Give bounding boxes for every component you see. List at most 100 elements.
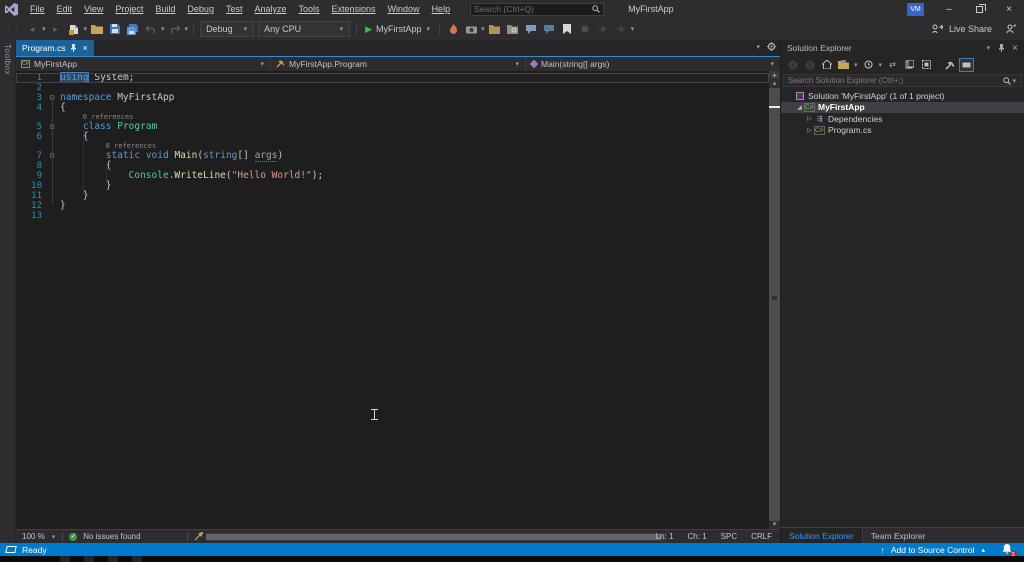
find-all-references-icon[interactable] xyxy=(505,21,521,37)
scrollbar-thumb[interactable] xyxy=(206,534,661,540)
menu-window[interactable]: Window xyxy=(382,0,426,18)
column-indicator[interactable]: Ch: 1 xyxy=(688,532,707,541)
encoding-indicator[interactable]: SPC xyxy=(721,532,737,541)
sync-with-active-document-icon[interactable]: ⇄ xyxy=(885,58,900,72)
undo-icon[interactable] xyxy=(143,21,159,37)
start-dropdown[interactable]: ▾ xyxy=(427,25,431,33)
split-window-handle[interactable]: + xyxy=(769,71,780,80)
menu-file[interactable]: File xyxy=(24,0,51,18)
navigate-back-icon[interactable]: ◂ xyxy=(24,21,40,37)
menu-project[interactable]: Project xyxy=(109,0,149,18)
code-line-3[interactable]: 3⊟namespace MyFirstApp xyxy=(16,93,769,103)
menu-extensions[interactable]: Extensions xyxy=(326,0,382,18)
menu-view[interactable]: View xyxy=(78,0,109,18)
step-over-icon[interactable] xyxy=(595,21,611,37)
active-files-dropdown[interactable]: ▾ xyxy=(756,43,760,51)
tree-item-program-cs[interactable]: ▷C#Program.cs xyxy=(781,125,1024,137)
minimize-button[interactable]: – xyxy=(934,0,964,18)
solution-platform-dropdown[interactable]: Any CPU ▾ xyxy=(258,21,350,37)
breadcrumb-project-dropdown[interactable]: C# MyFirstApp ▾ xyxy=(16,57,271,71)
window-options-gear-icon[interactable] xyxy=(767,42,776,51)
pending-changes-filter-icon[interactable] xyxy=(861,58,876,72)
tab-program-cs[interactable]: Program.cs × xyxy=(16,40,94,56)
quick-search-box[interactable]: Search (Ctrl+Q) xyxy=(470,3,604,16)
code-cleanup-icon[interactable] xyxy=(194,532,203,541)
code-line-7[interactable]: 7⊟ static void Main(string[] args) xyxy=(16,151,769,161)
new-file-icon[interactable] xyxy=(66,21,82,37)
user-avatar[interactable]: VM xyxy=(907,3,924,16)
scroll-down-arrow[interactable]: ▾ xyxy=(773,521,777,529)
add-to-source-control-button[interactable]: Add to Source Control xyxy=(891,545,975,555)
tab-close-icon[interactable]: × xyxy=(82,43,87,53)
breadcrumb-member-dropdown[interactable]: Main(string[] args) ▾ xyxy=(526,57,780,71)
window-position-dropdown[interactable]: ▾ xyxy=(987,44,991,52)
forward-icon[interactable] xyxy=(802,58,817,72)
code-editor[interactable]: 1using System;23⊟namespace MyFirstApp4{0… xyxy=(16,71,769,529)
expander-collapsed[interactable]: ▷ xyxy=(805,127,814,134)
code-line-13[interactable]: 13 xyxy=(16,211,769,221)
code-line-4[interactable]: 4{ xyxy=(16,103,769,113)
tree-item-solution-myfirstapp-1-of-1-project-[interactable]: Solution 'MyFirstApp' (1 of 1 project) xyxy=(781,90,1024,102)
source-control-dropdown[interactable]: ▴ xyxy=(981,546,985,554)
switch-views-icon[interactable] xyxy=(836,58,851,72)
code-line-11[interactable]: 11 } xyxy=(16,191,769,201)
menu-edit[interactable]: Edit xyxy=(51,0,79,18)
panel-tab-team-explorer[interactable]: Team Explorer xyxy=(863,528,934,544)
code-line-10[interactable]: 10 } xyxy=(16,181,769,191)
performance-snapshot-icon[interactable] xyxy=(463,21,479,37)
line-ending-indicator[interactable]: CRLF xyxy=(751,532,772,541)
expander-collapsed[interactable]: ▷ xyxy=(805,115,814,122)
redo-icon[interactable] xyxy=(167,21,183,37)
feedback-icon[interactable] xyxy=(1006,24,1016,34)
undo-dropdown[interactable]: ▾ xyxy=(161,25,165,33)
line-indicator[interactable]: Ln: 1 xyxy=(656,532,674,541)
solution-explorer-search-box[interactable]: Search Solution Explorer (Ctrl+;) ▾ xyxy=(783,74,1022,87)
save-all-icon[interactable] xyxy=(125,21,141,37)
zoom-level-dropdown[interactable]: 100 % xyxy=(22,532,45,541)
breakpoint-icon[interactable] xyxy=(577,21,593,37)
live-share-label[interactable]: Live Share xyxy=(949,24,992,34)
menu-analyze[interactable]: Analyze xyxy=(248,0,292,18)
menu-build[interactable]: Build xyxy=(149,0,181,18)
menu-test[interactable]: Test xyxy=(220,0,249,18)
toolbar-overflow-dropdown[interactable]: ▾ xyxy=(631,25,635,33)
step-into-icon[interactable] xyxy=(613,21,629,37)
menu-debug[interactable]: Debug xyxy=(181,0,220,18)
back-icon[interactable] xyxy=(785,58,800,72)
issues-status[interactable]: No issues found xyxy=(83,532,140,541)
snapshot-dropdown[interactable]: ▾ xyxy=(481,25,485,33)
find-in-files-icon[interactable] xyxy=(487,21,503,37)
toolbox-side-tab[interactable]: Toolbox xyxy=(0,40,16,543)
code-line-12[interactable]: 12} xyxy=(16,201,769,211)
code-line-1[interactable]: 1using System; xyxy=(16,73,769,83)
code-line-5[interactable]: 5⊟ class Program xyxy=(16,122,769,132)
properties-wrench-icon[interactable] xyxy=(942,58,957,72)
navigate-forward-icon[interactable]: ▸ xyxy=(48,21,64,37)
hot-reload-icon[interactable] xyxy=(445,21,461,37)
toolbar-grip[interactable]: ⋮⋮ xyxy=(4,24,20,35)
filter-dropdown[interactable]: ▾ xyxy=(879,61,883,69)
menu-help[interactable]: Help xyxy=(426,0,457,18)
home-icon[interactable] xyxy=(819,58,834,72)
scroll-up-arrow[interactable]: ▴ xyxy=(773,80,777,88)
expander-expanded[interactable]: ◢ xyxy=(795,104,804,111)
restore-button[interactable] xyxy=(964,0,994,18)
code-line-9[interactable]: 9 Console.WriteLine("Hello World!"); xyxy=(16,171,769,181)
notifications-button[interactable]: 3 xyxy=(1002,544,1012,556)
code-line-6[interactable]: 6 { xyxy=(16,132,769,142)
start-debugging-button[interactable]: ▶ MyFirstApp ▾ xyxy=(361,24,435,35)
menu-tools[interactable]: Tools xyxy=(293,0,326,18)
scrollbar-track[interactable] xyxy=(769,88,780,521)
tree-item-dependencies[interactable]: ▷⇶Dependencies xyxy=(781,113,1024,125)
breadcrumb-type-dropdown[interactable]: MyFirstApp.Program ▾ xyxy=(271,57,526,71)
new-file-dropdown[interactable]: ▾ xyxy=(84,25,88,33)
zoom-dropdown-icon[interactable]: ▾ xyxy=(52,533,56,541)
uncomment-icon[interactable] xyxy=(541,21,557,37)
redo-dropdown[interactable]: ▾ xyxy=(185,25,189,33)
panel-close-icon[interactable]: × xyxy=(1012,43,1018,54)
collapse-all-icon[interactable] xyxy=(959,58,974,72)
show-all-files-icon[interactable] xyxy=(919,58,934,72)
close-button[interactable]: × xyxy=(994,0,1024,18)
solution-configuration-dropdown[interactable]: Debug ▾ xyxy=(200,21,254,37)
editor-vertical-scrollbar[interactable]: + ▴ ▾ xyxy=(769,71,780,529)
